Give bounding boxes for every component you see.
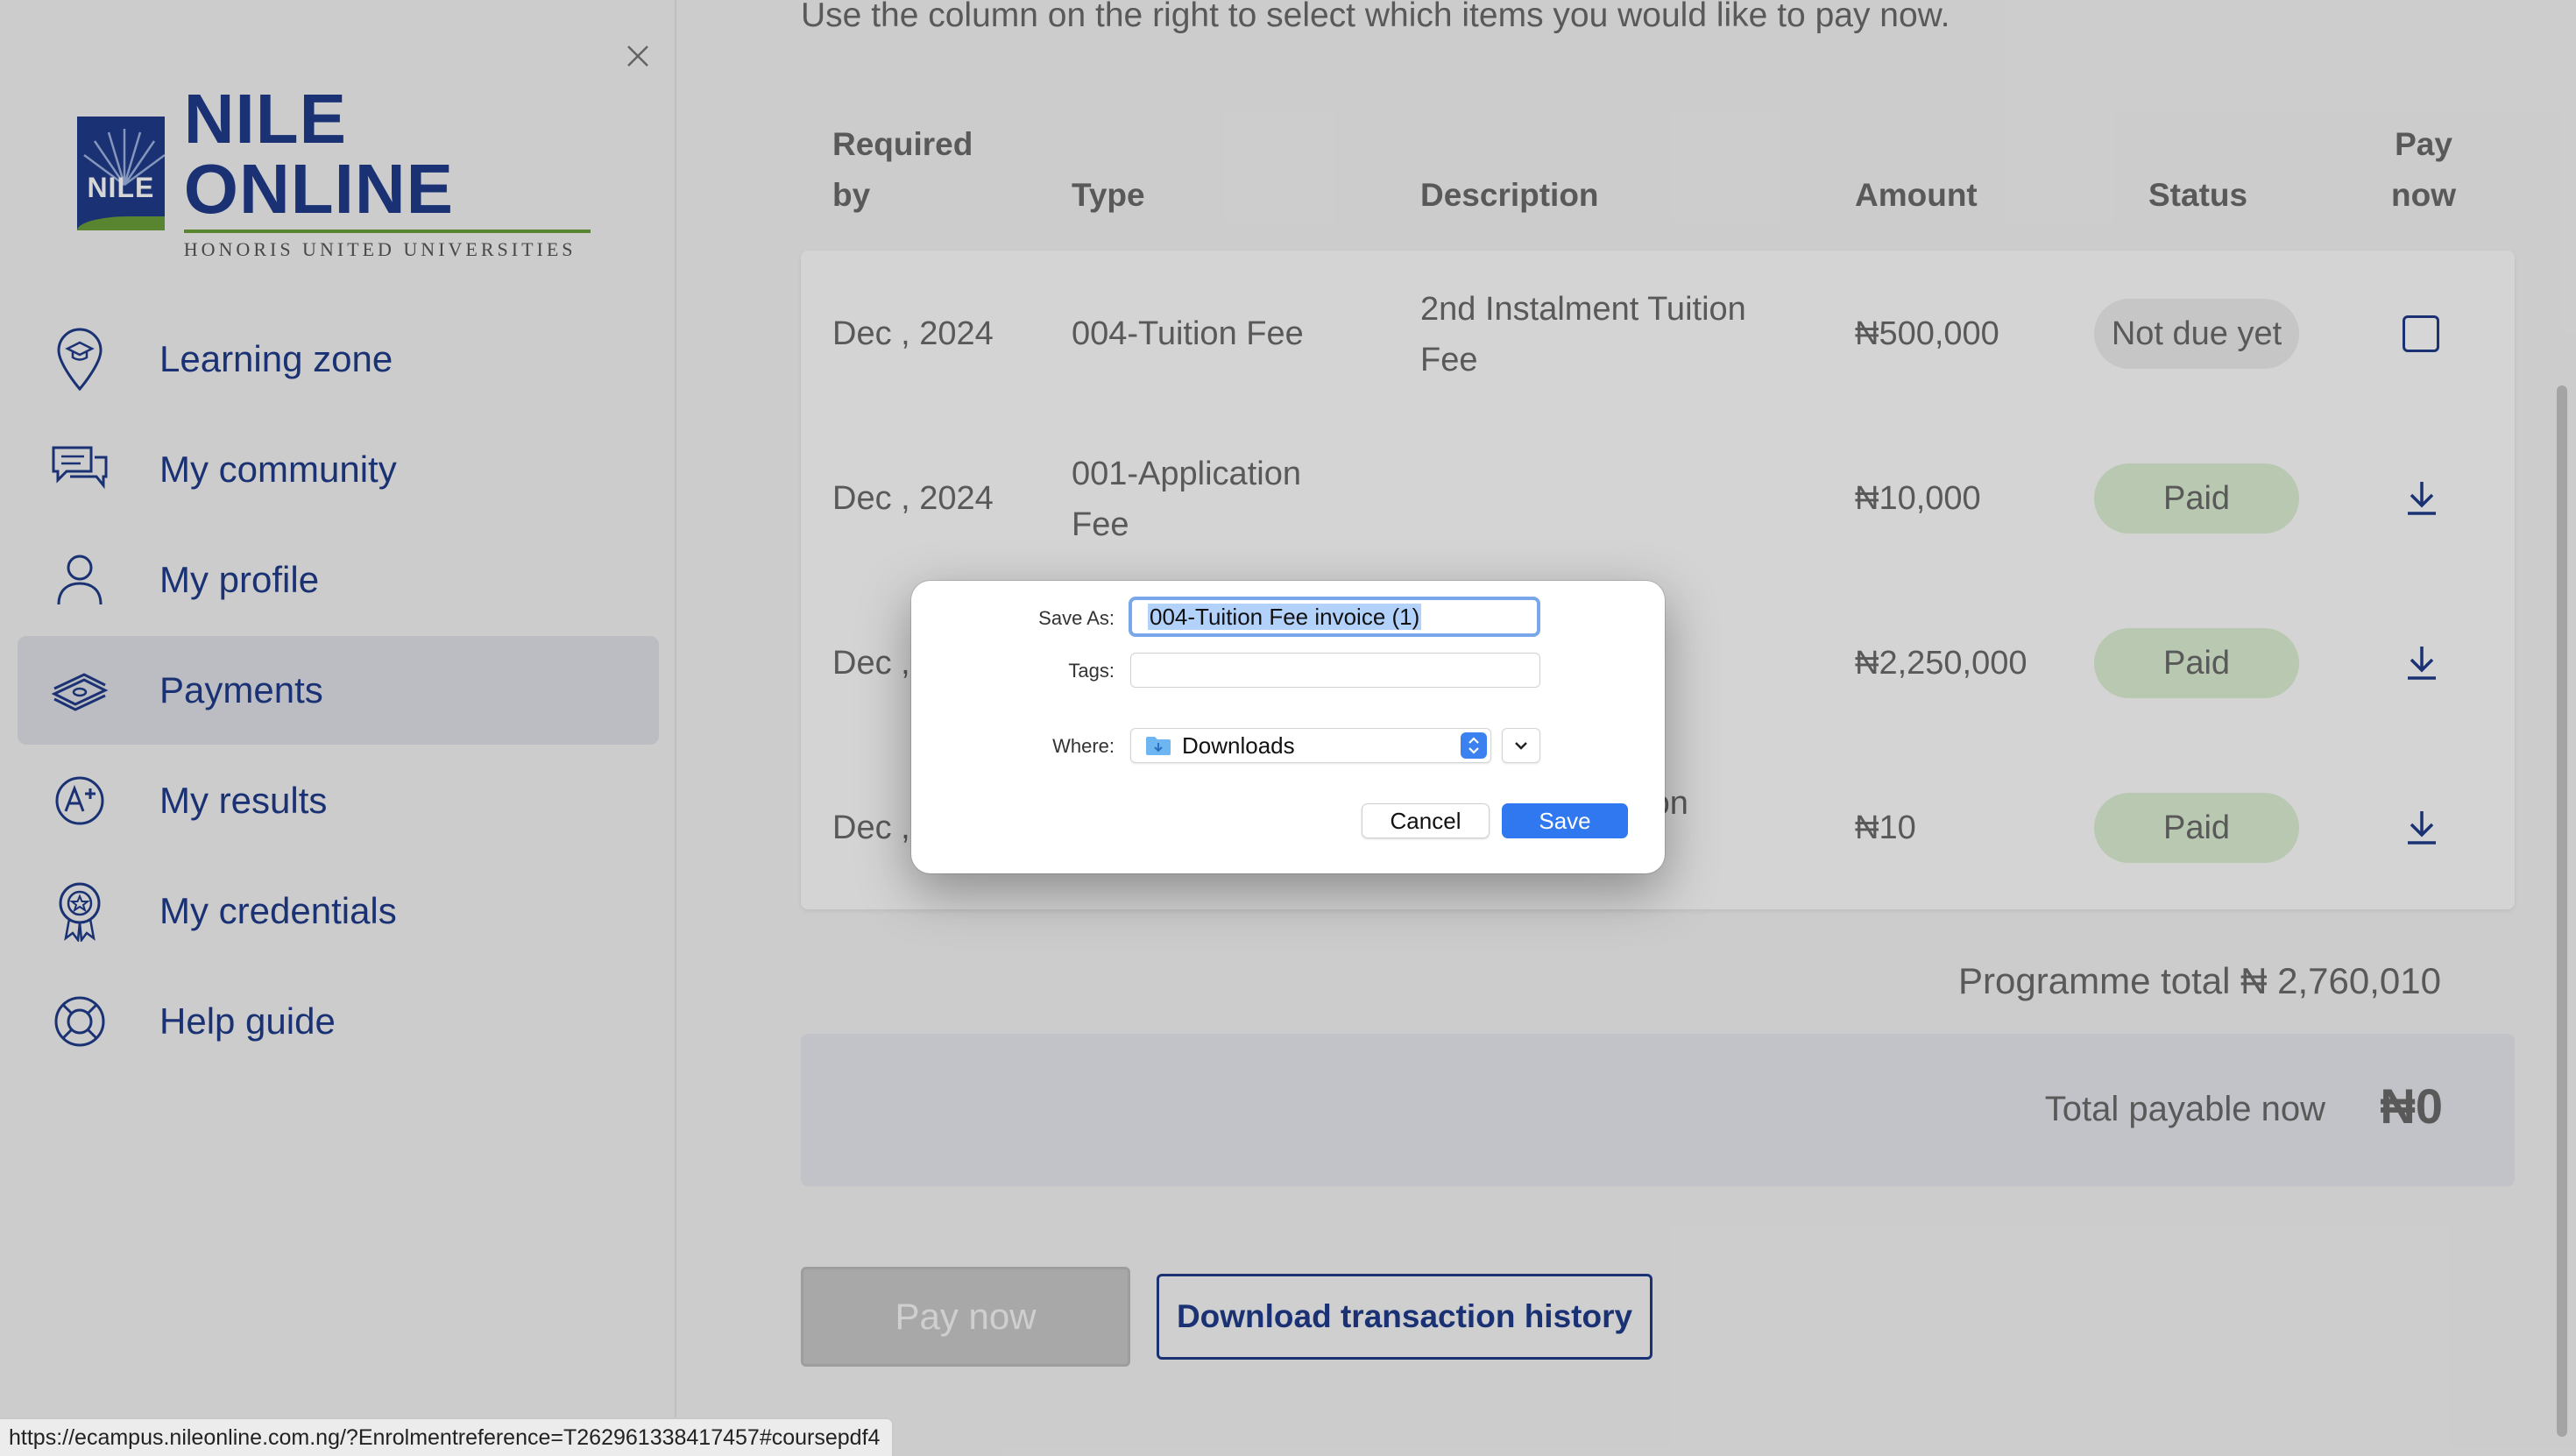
link-status-url: https://ecampus.nileonline.com.ng/?Enrol…	[0, 1417, 895, 1456]
save-file-dialog: Save As: 004-Tuition Fee invoice (1) Tag…	[911, 581, 1665, 873]
where-label: Where:	[1052, 735, 1115, 757]
tags-label: Tags:	[1068, 660, 1115, 682]
save-as-label: Save As:	[1038, 607, 1115, 629]
tags-input[interactable]	[1130, 653, 1540, 688]
save-button[interactable]: Save	[1502, 803, 1628, 838]
save-as-input[interactable]: 004-Tuition Fee invoice (1)	[1129, 597, 1540, 637]
downloads-folder-icon	[1146, 737, 1171, 755]
where-value: Downloads	[1182, 732, 1295, 759]
where-location-select[interactable]: Downloads	[1130, 728, 1491, 763]
chevron-down-icon	[1515, 742, 1527, 750]
expand-dialog-button[interactable]	[1502, 728, 1540, 763]
save-as-value: 004-Tuition Fee invoice (1)	[1148, 604, 1422, 630]
cancel-button[interactable]: Cancel	[1362, 803, 1490, 838]
select-arrows-icon	[1461, 732, 1487, 759]
